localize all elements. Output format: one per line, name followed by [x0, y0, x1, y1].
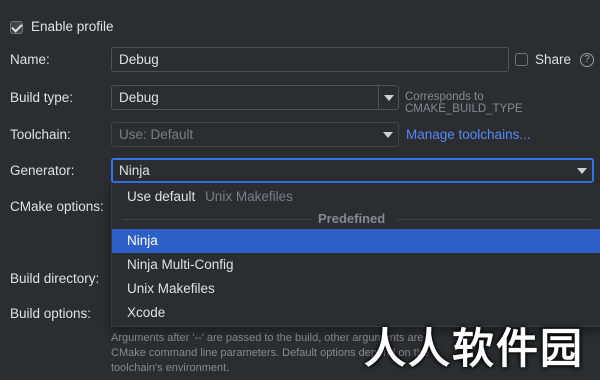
name-label: Name: [10, 52, 50, 67]
generator-combobox[interactable]: Ninja [111, 158, 594, 183]
use-default-label: Use default [127, 189, 196, 204]
chevron-down-icon [577, 167, 587, 174]
option-label: Xcode [127, 305, 166, 320]
generator-option-use-default[interactable]: Use default Unix Makefiles [112, 185, 600, 209]
generator-dropdown-button[interactable] [572, 160, 592, 181]
build-type-hint: Corresponds to CMAKE_BUILD_TYPE [405, 91, 523, 115]
option-label: Ninja Multi-Config [127, 257, 234, 272]
enable-profile-label: Enable profile [31, 19, 114, 34]
toolchain-label: Toolchain: [10, 127, 71, 142]
generator-option-ninja[interactable]: Ninja [112, 229, 600, 253]
watermark: 人人软件园 [363, 324, 584, 373]
chevron-down-icon [383, 94, 394, 101]
generator-value: Ninja [119, 163, 150, 178]
build-type-dropdown-button[interactable] [378, 86, 398, 109]
build-type-combobox[interactable]: Debug [111, 85, 399, 110]
generator-option-ninja-multi-config[interactable]: Ninja Multi-Config [112, 253, 600, 277]
build-type-label: Build type: [10, 90, 74, 105]
toolchain-value: Use: Default [119, 127, 194, 142]
build-directory-label: Build directory: [10, 271, 100, 286]
option-label: Unix Makefiles [127, 281, 215, 296]
manage-toolchains-link[interactable]: Manage toolchains... [406, 127, 531, 142]
section-divider-right [398, 219, 591, 220]
cmake-options-label: CMake options: [10, 199, 104, 214]
predefined-section-title: Predefined [318, 211, 386, 226]
use-default-hint: Unix Makefiles [205, 189, 293, 204]
generator-label: Generator: [10, 163, 75, 178]
share-checkbox[interactable] [515, 53, 528, 66]
toolchain-combobox[interactable]: Use: Default [111, 122, 399, 147]
name-input[interactable]: Debug [111, 47, 509, 72]
build-type-value: Debug [119, 90, 159, 105]
option-label: Ninja [127, 233, 158, 248]
toolchain-dropdown-button[interactable] [378, 123, 398, 146]
help-icon[interactable]: ? [580, 53, 594, 67]
generator-dropdown-popup: Use default Unix Makefiles Predefined Ni… [111, 183, 600, 327]
name-input-value: Debug [119, 52, 159, 67]
share-label: Share [535, 52, 572, 67]
build-options-label: Build options: [10, 306, 92, 321]
chevron-down-icon [383, 131, 393, 138]
section-divider-left [122, 219, 312, 220]
enable-profile-checkbox[interactable] [10, 21, 23, 34]
generator-option-unix-makefiles[interactable]: Unix Makefiles [112, 277, 600, 301]
